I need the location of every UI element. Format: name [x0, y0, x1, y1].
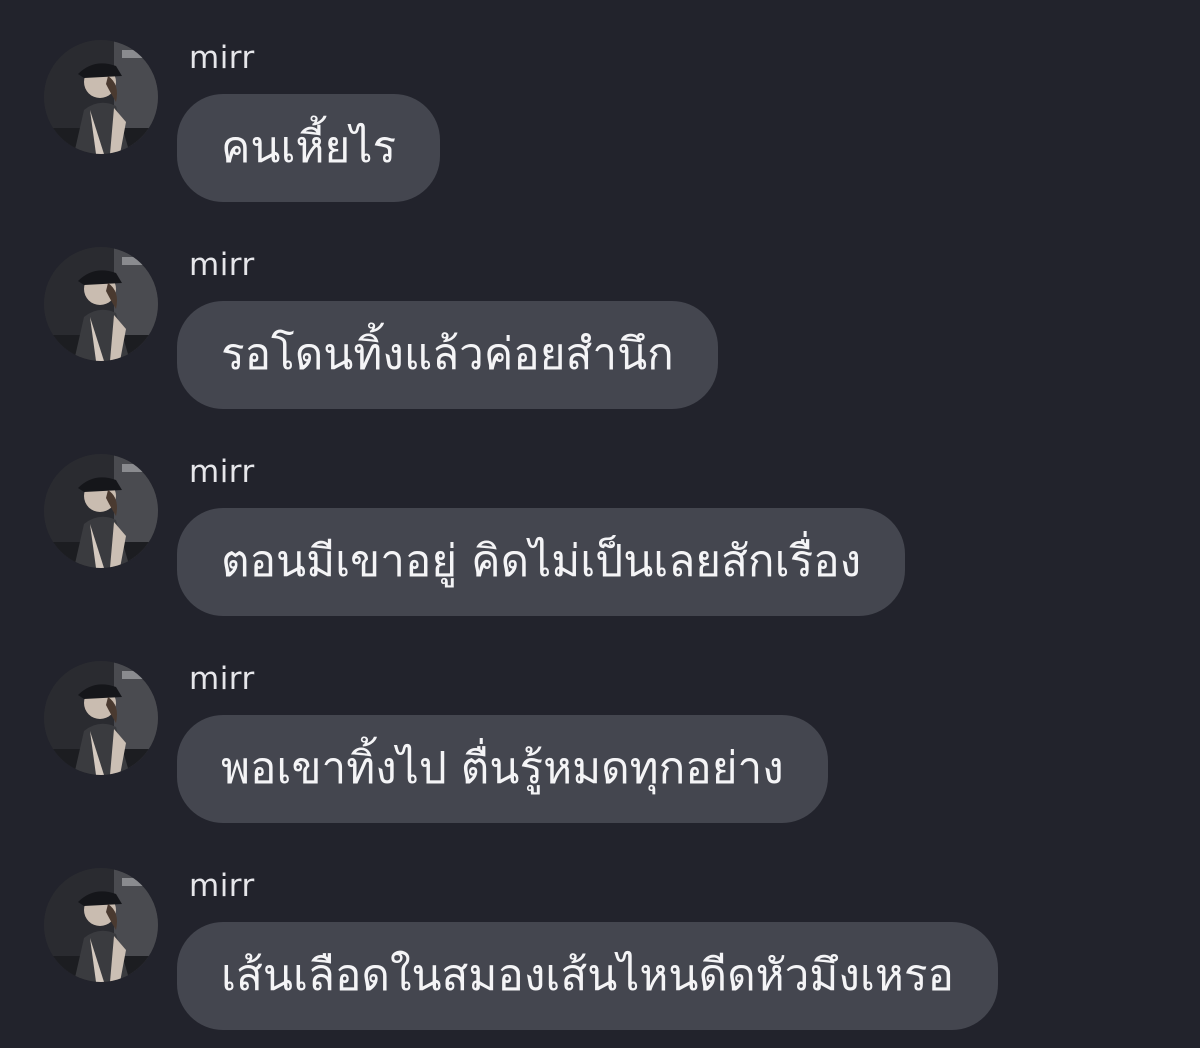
- avatar[interactable]: [44, 868, 158, 982]
- message-row: mirr รอโดนทิ้งแล้วค่อยสำนึก: [0, 247, 1200, 447]
- profile-photo-icon: [44, 454, 158, 568]
- sender-name: mirr: [189, 40, 255, 76]
- profile-photo-icon: [44, 868, 158, 982]
- message-row: mirr พอเขาทิ้งไป ตื่นรู้หมดทุกอย่าง: [0, 661, 1200, 861]
- avatar[interactable]: [44, 247, 158, 361]
- profile-photo-icon: [44, 661, 158, 775]
- message-bubble[interactable]: คนเหี้ยไร: [177, 94, 441, 202]
- message-row: mirr ตอนมีเขาอยู่ คิดไม่เป็นเลยสักเรื่อง: [0, 454, 1200, 654]
- message-bubble[interactable]: ตอนมีเขาอยู่ คิดไม่เป็นเลยสักเรื่อง: [177, 508, 906, 616]
- sender-name: mirr: [189, 454, 255, 490]
- chat-thread: mirr คนเหี้ยไร mirr รอโดนทิ้งแล้วค่อยสำน…: [0, 0, 1200, 1048]
- profile-photo-icon: [44, 247, 158, 361]
- sender-name: mirr: [189, 868, 255, 904]
- message-bubble[interactable]: พอเขาทิ้งไป ตื่นรู้หมดทุกอย่าง: [177, 715, 828, 823]
- avatar[interactable]: [44, 40, 158, 154]
- avatar[interactable]: [44, 661, 158, 775]
- avatar[interactable]: [44, 454, 158, 568]
- message-bubble[interactable]: เส้นเลือดในสมองเส้นไหนดีดหัวมึงเหรอ: [177, 922, 998, 1030]
- profile-photo-icon: [44, 40, 158, 154]
- sender-name: mirr: [189, 247, 255, 283]
- message-row: mirr เส้นเลือดในสมองเส้นไหนดีดหัวมึงเหรอ: [0, 868, 1200, 1048]
- sender-name: mirr: [189, 661, 255, 697]
- message-row: mirr คนเหี้ยไร: [0, 40, 1200, 240]
- message-bubble[interactable]: รอโดนทิ้งแล้วค่อยสำนึก: [177, 301, 718, 409]
